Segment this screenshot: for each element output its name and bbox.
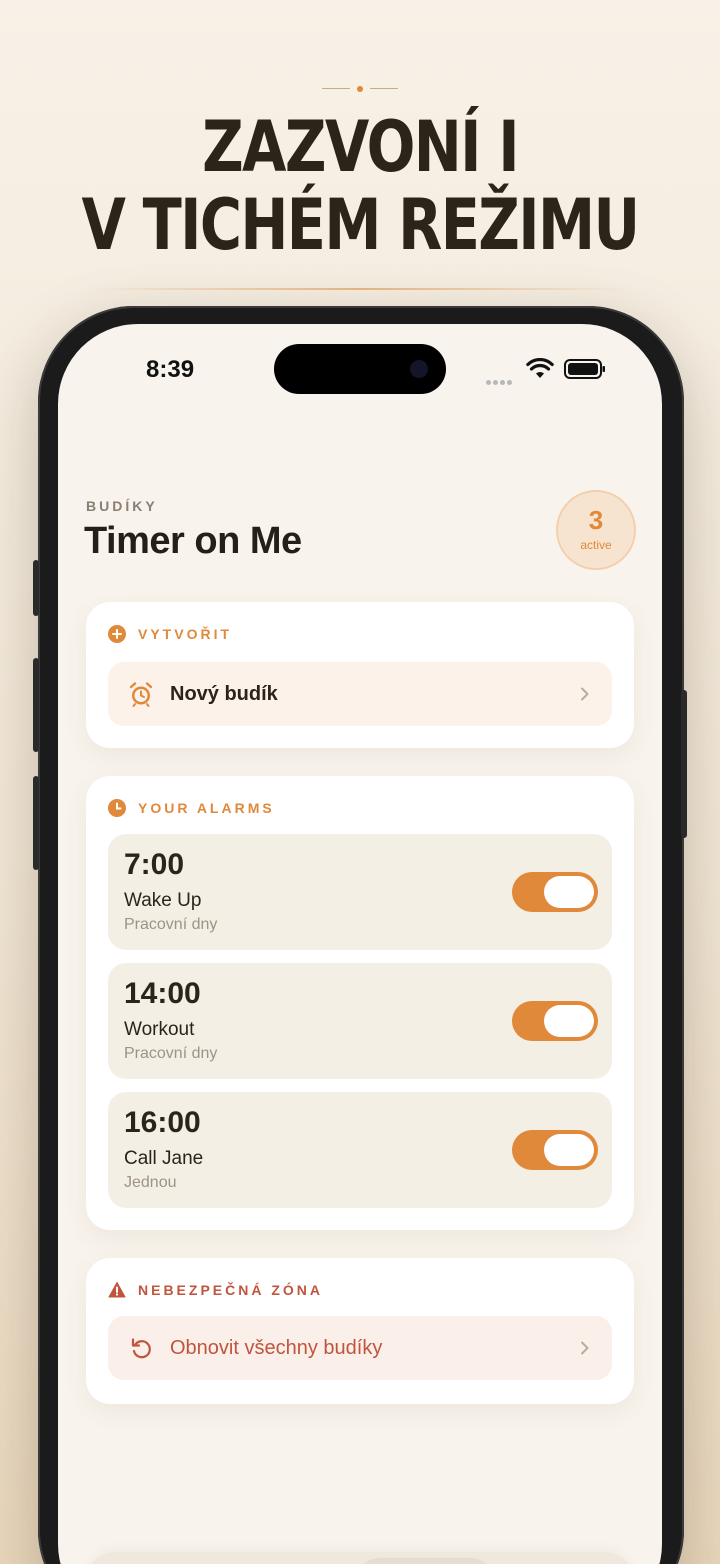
alarm-time: 14:00 — [124, 977, 201, 1010]
power-button — [681, 690, 687, 838]
alarm-name: Wake Up — [124, 890, 202, 911]
alarms-section-header: YOUR ALARMS — [108, 798, 275, 818]
create-card: VYTVOŘIT Nový budík — [86, 602, 634, 748]
volume-down-button — [33, 776, 39, 870]
alarm-repeat: Jednou — [124, 1174, 177, 1191]
alarm-name: Call Jane — [124, 1148, 204, 1169]
create-section-header: VYTVOŘIT — [108, 624, 232, 644]
status-time: 8:39 — [146, 356, 195, 383]
reset-all-alarms-button[interactable]: Obnovit všechny budíky — [108, 1316, 612, 1380]
reset-arrow-icon — [131, 1338, 151, 1359]
alarm-name: Workout — [124, 1019, 195, 1040]
cellular-signal-icon — [486, 372, 518, 385]
promo-headline: ZAZVONÍ I V TICHÉM REŽIMU — [65, 108, 655, 264]
tab-settings[interactable] — [497, 1552, 634, 1564]
chevron-right-icon — [581, 1341, 589, 1355]
danger-zone-card: NEBEZPEČNÁ ZÓNA Obnovit všechny budíky — [86, 1258, 634, 1404]
tab-alarms[interactable] — [354, 1552, 496, 1564]
headline-line-1: ZAZVONÍ I — [202, 106, 519, 188]
clock-icon — [108, 799, 126, 817]
dynamic-island — [274, 344, 446, 394]
action-button — [33, 560, 39, 616]
section-eyebrow: BUDÍKY — [86, 498, 158, 514]
tab-stopwatch[interactable] — [86, 1552, 223, 1564]
wifi-icon — [526, 358, 554, 378]
alarm-clock-icon — [129, 682, 153, 707]
alarm-row[interactable]: 7:00 Wake Up Pracovní dny — [108, 834, 612, 950]
alarm-time: 16:00 — [124, 1106, 201, 1139]
alarm-repeat: Pracovní dny — [124, 916, 218, 933]
tab-bar — [86, 1552, 634, 1564]
alarm-time: 7:00 — [124, 848, 185, 881]
active-label: active — [580, 538, 612, 552]
danger-section-title: NEBEZPEČNÁ ZÓNA — [138, 1282, 324, 1298]
alarm-toggle[interactable] — [512, 872, 598, 912]
new-alarm-label: Nový budík — [170, 682, 278, 705]
volume-up-button — [33, 658, 39, 752]
alarm-row[interactable]: 14:00 Workout Pracovní dny — [108, 963, 612, 1079]
active-count-badge: 3 active — [556, 490, 636, 570]
headline-ornament — [322, 86, 398, 92]
reset-all-alarms-label: Obnovit všechny budíky — [170, 1336, 383, 1359]
active-tab-indicator — [354, 1558, 496, 1564]
alarm-toggle[interactable] — [512, 1130, 598, 1170]
alarms-card: YOUR ALARMS 7:00 Wake Up Pracovní dny 14… — [86, 776, 634, 1230]
active-count: 3 — [588, 505, 604, 535]
alarm-repeat: Pracovní dny — [124, 1045, 218, 1062]
alarm-toggle[interactable] — [512, 1001, 598, 1041]
warning-icon — [108, 1282, 126, 1298]
chevron-right-icon — [581, 687, 589, 701]
tab-timer[interactable] — [223, 1552, 360, 1564]
create-section-title: VYTVOŘIT — [138, 626, 233, 642]
plus-circle-icon — [108, 625, 126, 643]
headline-divider — [90, 288, 630, 290]
alarms-section-title: YOUR ALARMS — [138, 800, 275, 816]
battery-icon — [564, 359, 605, 379]
app-screen: 8:39 BUDÍKY Timer on Me 3 active VYTVOŘI… — [58, 324, 662, 1564]
danger-section-header: NEBEZPEČNÁ ZÓNA — [108, 1280, 323, 1300]
alarm-row[interactable]: 16:00 Call Jane Jednou — [108, 1092, 612, 1208]
new-alarm-button[interactable]: Nový budík — [108, 662, 612, 726]
page-title: Timer on Me — [84, 520, 302, 562]
headline-line-2: V TICHÉM REŽIMU — [81, 184, 641, 266]
